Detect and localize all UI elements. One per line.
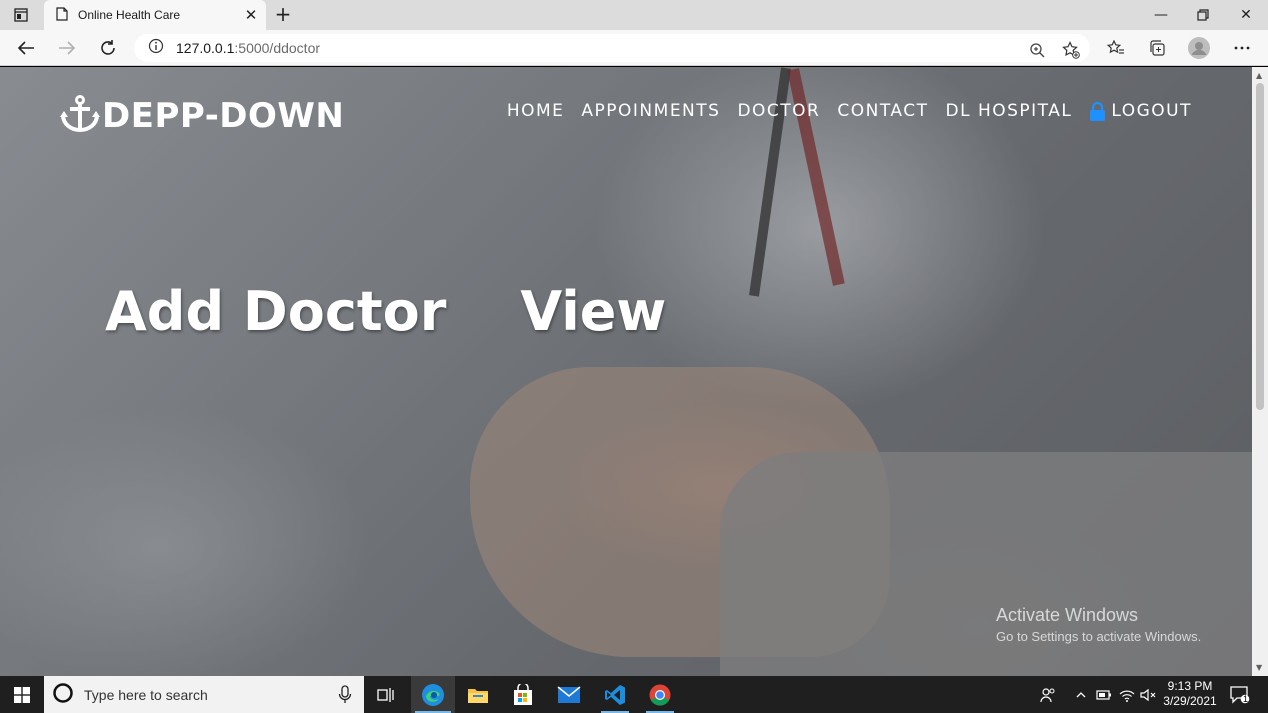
- browser-toolbar: 127.0.0.1:5000/ddoctor: [0, 30, 1268, 66]
- edge-browser-icon[interactable]: [411, 676, 455, 713]
- activate-windows-watermark: Activate Windows Go to Settings to activ…: [996, 605, 1201, 644]
- battery-icon[interactable]: [1094, 676, 1114, 713]
- favorites-icon[interactable]: [1103, 36, 1129, 60]
- scroll-down-icon[interactable]: ▼: [1256, 663, 1262, 672]
- main-nav: HOME APPOINMENTS DOCTOR CONTACT DL HOSPI…: [490, 101, 1192, 121]
- tab-close-icon[interactable]: ✕: [242, 6, 260, 24]
- watermark-subtitle: Go to Settings to activate Windows.: [996, 629, 1202, 644]
- nav-logout-label: LOGOUT: [1111, 101, 1192, 121]
- refresh-icon[interactable]: [95, 36, 121, 60]
- tab-title: Online Health Care: [78, 8, 181, 22]
- nav-home[interactable]: HOME: [507, 101, 565, 121]
- windows-start-icon[interactable]: [0, 676, 44, 713]
- clock-time: 9:13 PM: [1167, 679, 1213, 693]
- site-logo[interactable]: DEPP-DOWN: [60, 95, 344, 137]
- browser-tab-bar: Online Health Care ✕ + — ✕: [0, 0, 1268, 30]
- microphone-icon[interactable]: [338, 685, 352, 704]
- notification-count: 1: [1243, 694, 1249, 704]
- address-bar[interactable]: 127.0.0.1:5000/ddoctor: [134, 34, 1090, 62]
- collections-icon[interactable]: [1144, 36, 1170, 60]
- browser-tab-active[interactable]: Online Health Care ✕: [44, 0, 266, 30]
- add-doctor-link[interactable]: Add Doctor: [105, 280, 446, 343]
- watermark-title: Activate Windows: [996, 605, 1139, 625]
- url-path: :5000/ddoctor: [234, 40, 321, 56]
- taskbar-clock[interactable]: 9:13 PM 3/29/2021: [1158, 679, 1222, 709]
- scrollbar-thumb[interactable]: [1256, 83, 1264, 410]
- cortana-icon: [52, 682, 74, 708]
- vertical-scrollbar[interactable]: ▲ ▼: [1252, 67, 1268, 676]
- vscode-icon[interactable]: [593, 676, 637, 713]
- windows-taskbar: Type here to search 9:13 PM 3/29/2021 1: [0, 676, 1268, 713]
- page-icon: [56, 6, 68, 25]
- view-link[interactable]: View: [520, 280, 666, 343]
- add-favorite-icon[interactable]: [1062, 41, 1080, 59]
- volume-muted-icon[interactable]: [1138, 676, 1158, 713]
- profile-avatar[interactable]: [1186, 36, 1212, 60]
- taskbar-search-box[interactable]: Type here to search: [44, 676, 364, 713]
- minimize-icon[interactable]: —: [1140, 0, 1182, 30]
- brand-name: DEPP-DOWN: [102, 96, 345, 136]
- background-overlay: [0, 67, 1252, 676]
- zoom-icon[interactable]: [1028, 41, 1046, 59]
- nav-appoinments[interactable]: APPOINMENTS: [581, 101, 720, 121]
- site-info-icon[interactable]: [148, 38, 164, 58]
- clock-date: 3/29/2021: [1163, 694, 1217, 708]
- page-viewport: DEPP-DOWN HOME APPOINMENTS DOCTOR CONTAC…: [0, 67, 1252, 676]
- mail-icon[interactable]: [547, 676, 591, 713]
- task-view-icon[interactable]: [364, 676, 408, 713]
- lock-icon: [1089, 101, 1106, 121]
- wifi-icon[interactable]: [1117, 676, 1137, 713]
- settings-more-icon[interactable]: [1229, 36, 1255, 60]
- new-tab-icon[interactable]: +: [272, 4, 294, 26]
- nav-logout[interactable]: LOGOUT: [1089, 101, 1192, 121]
- tab-actions-icon[interactable]: [10, 6, 32, 24]
- chrome-icon[interactable]: [638, 676, 682, 713]
- nav-contact[interactable]: CONTACT: [837, 101, 928, 121]
- forward-icon[interactable]: [54, 36, 80, 60]
- scroll-up-icon[interactable]: ▲: [1256, 71, 1262, 80]
- back-icon[interactable]: [13, 36, 39, 60]
- file-explorer-icon[interactable]: [456, 676, 500, 713]
- nav-dl-hospital[interactable]: DL HOSPITAL: [946, 101, 1073, 121]
- search-placeholder: Type here to search: [84, 686, 208, 703]
- people-icon[interactable]: [1036, 676, 1060, 713]
- store-icon[interactable]: [501, 676, 545, 713]
- show-hidden-icons-chevron-icon[interactable]: [1072, 676, 1090, 713]
- notification-center-icon[interactable]: 1: [1226, 676, 1254, 713]
- url-host: 127.0.0.1: [176, 40, 235, 56]
- anchor-icon: [60, 95, 100, 137]
- nav-doctor[interactable]: DOCTOR: [737, 101, 820, 121]
- hero-actions: Add Doctor View: [105, 280, 666, 343]
- restore-icon[interactable]: [1182, 0, 1224, 30]
- close-window-icon[interactable]: ✕: [1225, 0, 1267, 30]
